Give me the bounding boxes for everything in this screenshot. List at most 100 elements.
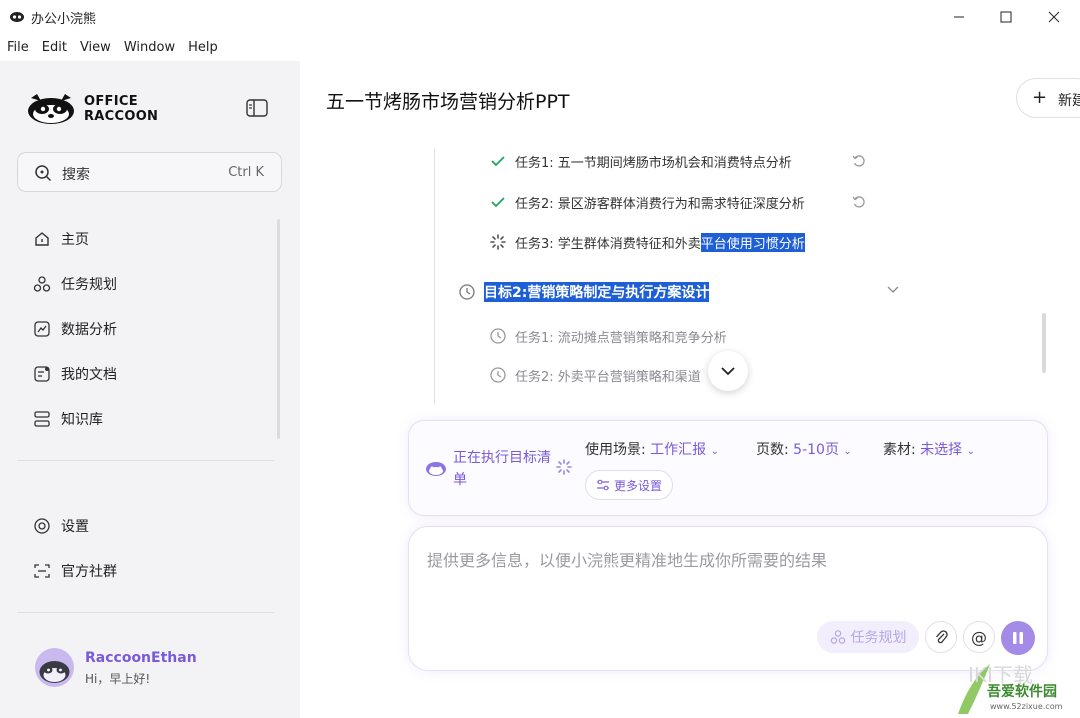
nav-item-knowledge[interactable]: 知识库 (33, 405, 103, 433)
task-row[interactable]: 任务3: 学生群体消费特征和外卖 平台使用习惯分析 (489, 231, 805, 253)
pages-param[interactable]: 页数: 5-10页 ⌄ (756, 439, 852, 459)
search-shortcut: Ctrl K (228, 165, 264, 180)
logo-line-office: OFFICE (84, 94, 138, 109)
nav-item-task-plan[interactable]: 任务规划 (33, 270, 117, 298)
nav-label-home: 主页 (61, 232, 89, 248)
nav-item-community[interactable]: 官方社群 (33, 557, 117, 585)
plus-icon: + (1032, 87, 1048, 108)
raccoon-status-icon (426, 462, 446, 476)
nav-item-data-analysis[interactable]: 数据分析 (33, 315, 117, 343)
more-settings-button[interactable]: 更多设置 (585, 470, 673, 500)
task-row[interactable]: 任务1: 流动摊点营销策略和竞争分析 (489, 325, 727, 347)
task-label: 任务2: 外卖平台营销策略和渠道 (515, 369, 701, 385)
raccoon-avatar-icon (39, 661, 70, 683)
sidebar-scrollbar[interactable] (277, 219, 280, 439)
page-title: 五一节烤肠市场营销分析PPT (326, 91, 570, 113)
watermark-url: www.52zixue.com (990, 702, 1063, 711)
scene-value: 工作汇报 (650, 442, 707, 458)
new-button[interactable]: + 新建 (1016, 78, 1080, 118)
attach-button[interactable] (925, 621, 957, 653)
material-param[interactable]: 素材: 未选择 ⌄ (883, 439, 975, 459)
clock-icon (489, 327, 507, 345)
nav-label-documents: 我的文档 (61, 367, 117, 383)
data-analysis-icon (34, 321, 50, 337)
material-key: 素材: (883, 442, 916, 458)
task-row[interactable]: 任务2: 景区游客群体消费行为和需求特征深度分析 (489, 191, 805, 213)
document-icon (34, 366, 50, 382)
maximize-button[interactable] (982, 0, 1030, 33)
execution-status: 正在执行目标清单 (453, 450, 551, 488)
clock-icon (489, 366, 507, 384)
chevron-down-icon: ⌄ (843, 446, 852, 457)
close-button[interactable] (1030, 0, 1078, 33)
search-icon (35, 165, 52, 182)
menu-help[interactable]: Help (188, 40, 218, 55)
nav-label-community: 官方社群 (61, 564, 117, 580)
task-plan-icon (830, 630, 845, 644)
settings-sliders-icon (596, 479, 609, 491)
window-title: 办公小浣熊 (31, 12, 97, 27)
task-plan-label: 任务规划 (850, 630, 907, 646)
search-label: 搜索 (62, 167, 90, 183)
pause-icon (1013, 632, 1023, 644)
goal-prefix: 目标2: (484, 282, 528, 302)
nav-item-home[interactable]: 主页 (33, 225, 89, 253)
user-greeting: Hi，早上好! (85, 672, 151, 686)
scene-param[interactable]: 使用场景: 工作汇报 ⌄ (585, 439, 719, 459)
task-plan-icon (33, 276, 51, 292)
user-name: RaccoonEthan (85, 650, 197, 666)
loading-spinner-icon (489, 233, 507, 251)
retry-icon[interactable] (852, 195, 866, 209)
minimize-icon (954, 16, 964, 17)
main-scrollbar[interactable] (1042, 313, 1046, 373)
sidebar-toggle-icon[interactable] (246, 99, 268, 117)
pages-key: 页数: (756, 442, 789, 458)
chevron-down-icon (721, 366, 735, 375)
menu-edit[interactable]: Edit (42, 40, 67, 55)
check-icon (489, 152, 507, 170)
menu-window[interactable]: Window (124, 40, 175, 55)
minimize-button[interactable] (935, 0, 983, 33)
menu-file[interactable]: File (7, 40, 29, 55)
chevron-down-icon[interactable] (887, 286, 899, 294)
community-icon (34, 564, 50, 578)
logo-line-raccoon: RACCOON (84, 109, 159, 124)
tree-line (434, 149, 435, 404)
logo-text: OFFICE RACCOON (84, 94, 158, 124)
raccoon-app-icon (10, 12, 24, 22)
loading-spinner-icon (556, 459, 572, 475)
chevron-down-icon: ⌄ (966, 446, 976, 457)
check-icon (489, 193, 507, 211)
scene-key: 使用场景: (585, 442, 646, 458)
task-label: 任务1: 流动摊点营销策略和竞争分析 (515, 330, 727, 346)
nav-item-settings[interactable]: 设置 (33, 512, 89, 540)
message-input[interactable]: 提供更多信息，以便小浣熊更精准地生成你所需要的结果 任务规划 @ (408, 526, 1048, 671)
avatar[interactable] (35, 648, 74, 687)
more-settings-label: 更多设置 (613, 478, 662, 493)
goal-row[interactable]: 目标2: 营销策略制定与执行方案设计 (458, 280, 710, 304)
task-row[interactable]: 任务2: 外卖平台营销策略和渠道 (489, 364, 701, 386)
raccoon-logo-icon (28, 94, 74, 124)
nav-item-documents[interactable]: 我的文档 (33, 360, 117, 388)
task-label-selected: 平台使用习惯分析 (700, 232, 805, 252)
goal-title: 营销策略制定与执行方案设计 (527, 282, 710, 302)
task-row[interactable]: 任务1: 五一节期间烤肠市场机会和消费特点分析 (489, 150, 792, 172)
menu-bar: File Edit View Window Help (0, 33, 1080, 61)
pause-button[interactable] (1001, 621, 1035, 655)
settings-icon (34, 518, 50, 534)
sidebar-divider-bottom (17, 612, 274, 613)
mention-button[interactable]: @ (963, 621, 995, 653)
retry-icon[interactable] (852, 154, 866, 168)
search-box[interactable]: 搜索 Ctrl K (17, 152, 282, 192)
task-label: 任务3: 学生群体消费特征和外卖 (515, 236, 701, 252)
new-button-label: 新建 (1058, 93, 1080, 109)
at-icon: @ (971, 627, 987, 647)
nav-label-task-plan: 任务规划 (61, 277, 117, 293)
scroll-down-button[interactable] (708, 351, 748, 391)
task-plan-button[interactable]: 任务规划 (817, 621, 919, 653)
maximize-icon (1000, 11, 1012, 22)
task-label: 任务2: 景区游客群体消费行为和需求特征深度分析 (515, 196, 805, 212)
nav-label-knowledge: 知识库 (61, 412, 103, 428)
home-icon (35, 232, 49, 246)
menu-view[interactable]: View (80, 40, 111, 55)
